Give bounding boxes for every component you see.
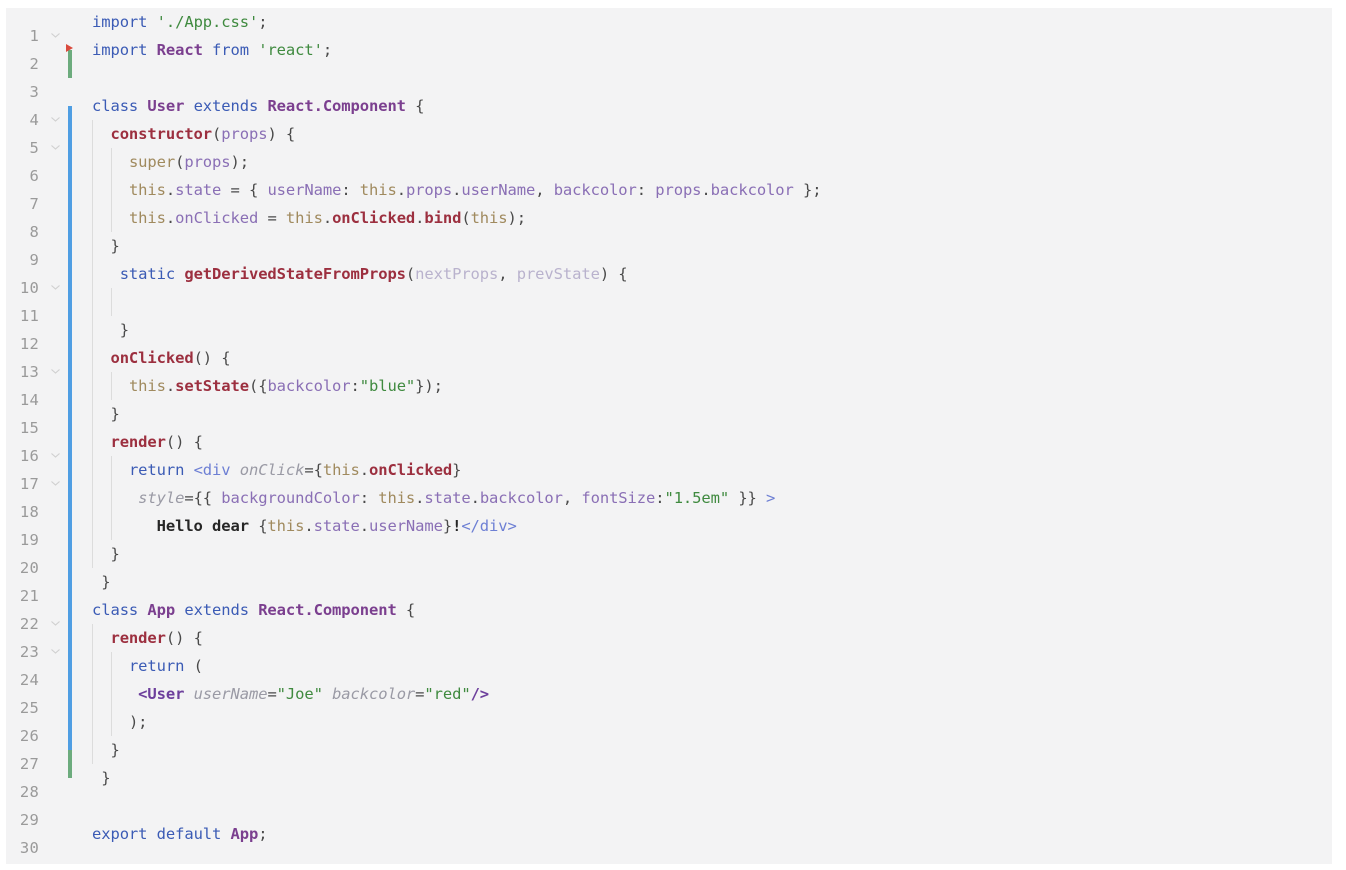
line-number: 8: [29, 223, 39, 241]
line-number: 10: [19, 279, 39, 297]
line-number: 26: [19, 727, 39, 745]
code-line[interactable]: super(props);: [84, 148, 1332, 176]
line-number: 4: [29, 111, 39, 129]
line-number: 7: [29, 195, 39, 213]
code-line[interactable]: }: [84, 232, 1332, 260]
fold-chevron-down-icon[interactable]: [48, 470, 62, 498]
code-line[interactable]: constructor(props) {: [84, 120, 1332, 148]
line-number: 6: [29, 167, 39, 185]
line-number: 24: [19, 671, 39, 689]
code-line[interactable]: }: [84, 316, 1332, 344]
line-number: 27: [19, 755, 39, 773]
line-number: 15: [19, 419, 39, 437]
line-number: 29: [19, 811, 39, 829]
line-number: 2: [29, 55, 39, 73]
vcs-marker-added[interactable]: [68, 750, 72, 778]
code-line[interactable]: );: [84, 708, 1332, 736]
code-line[interactable]: }: [84, 400, 1332, 428]
line-number: 22: [19, 615, 39, 633]
line-number: 11: [19, 307, 39, 325]
line-number: 9: [29, 251, 39, 269]
line-number: 12: [19, 335, 39, 353]
line-number: 30: [19, 839, 39, 857]
fold-chevron-down-icon[interactable]: [48, 134, 62, 162]
code-line[interactable]: render() {: [84, 428, 1332, 456]
fold-chevron-down-icon[interactable]: [48, 358, 62, 386]
line-number: 18: [19, 503, 39, 521]
line-number: 3: [29, 83, 39, 101]
code-line[interactable]: this.setState({backcolor:"blue"});: [84, 372, 1332, 400]
code-line[interactable]: <User userName="Joe" backcolor="red"/>: [84, 680, 1332, 708]
code-line[interactable]: import React from 'react';: [84, 36, 1332, 64]
line-number: 21: [19, 587, 39, 605]
line-number: 13: [19, 363, 39, 381]
line-number: 5: [29, 139, 39, 157]
line-number: 1: [29, 27, 39, 45]
code-line[interactable]: return (: [84, 652, 1332, 680]
code-line[interactable]: class User extends React.Component {: [84, 92, 1332, 120]
caret-position-marker: [66, 44, 73, 52]
vcs-marker-added[interactable]: [68, 50, 72, 78]
code-line[interactable]: this.state = { userName: this.props.user…: [84, 176, 1332, 204]
line-number: 19: [19, 531, 39, 549]
fold-chevron-down-icon[interactable]: [48, 106, 62, 134]
code-line[interactable]: Hello dear {this.state.userName}!</div>: [84, 512, 1332, 540]
code-line[interactable]: return <div onClick={this.onClicked}: [84, 456, 1332, 484]
code-content[interactable]: import './App.css'; import React from 'r…: [84, 8, 1332, 864]
fold-chevron-down-icon[interactable]: [48, 610, 62, 638]
code-line[interactable]: class App extends React.Component {: [84, 596, 1332, 624]
line-number: 16: [19, 447, 39, 465]
line-number: 28: [19, 783, 39, 801]
code-editor[interactable]: 1 2 3 4 5 6 7 8 9 10 11 12 13 14 15 16 1…: [6, 8, 1332, 864]
vcs-marker-modified[interactable]: [68, 106, 72, 750]
code-line[interactable]: render() {: [84, 624, 1332, 652]
code-line[interactable]: }: [84, 764, 1332, 792]
code-line[interactable]: this.onClicked = this.onClicked.bind(thi…: [84, 204, 1332, 232]
code-line[interactable]: [84, 792, 1332, 820]
code-line[interactable]: static getDerivedStateFromProps(nextProp…: [84, 260, 1332, 288]
code-line[interactable]: [84, 64, 1332, 92]
code-line[interactable]: }: [84, 568, 1332, 596]
code-line[interactable]: export default App;: [84, 820, 1332, 848]
code-line[interactable]: }: [84, 540, 1332, 568]
code-line[interactable]: }: [84, 736, 1332, 764]
fold-chevron-down-icon[interactable]: [48, 22, 62, 50]
code-line[interactable]: import './App.css';: [84, 8, 1332, 36]
line-number: 25: [19, 699, 39, 717]
code-line[interactable]: [84, 288, 1332, 316]
line-number: 23: [19, 643, 39, 661]
code-line[interactable]: style={{ backgroundColor: this.state.bac…: [84, 484, 1332, 512]
line-number: 20: [19, 559, 39, 577]
line-number: 17: [19, 475, 39, 493]
fold-chevron-down-icon[interactable]: [48, 274, 62, 302]
line-number: 14: [19, 391, 39, 409]
code-line[interactable]: onClicked() {: [84, 344, 1332, 372]
editor-gutter[interactable]: 1 2 3 4 5 6 7 8 9 10 11 12 13 14 15 16 1…: [6, 8, 84, 864]
fold-chevron-down-icon[interactable]: [48, 442, 62, 470]
fold-chevron-down-icon[interactable]: [48, 638, 62, 666]
